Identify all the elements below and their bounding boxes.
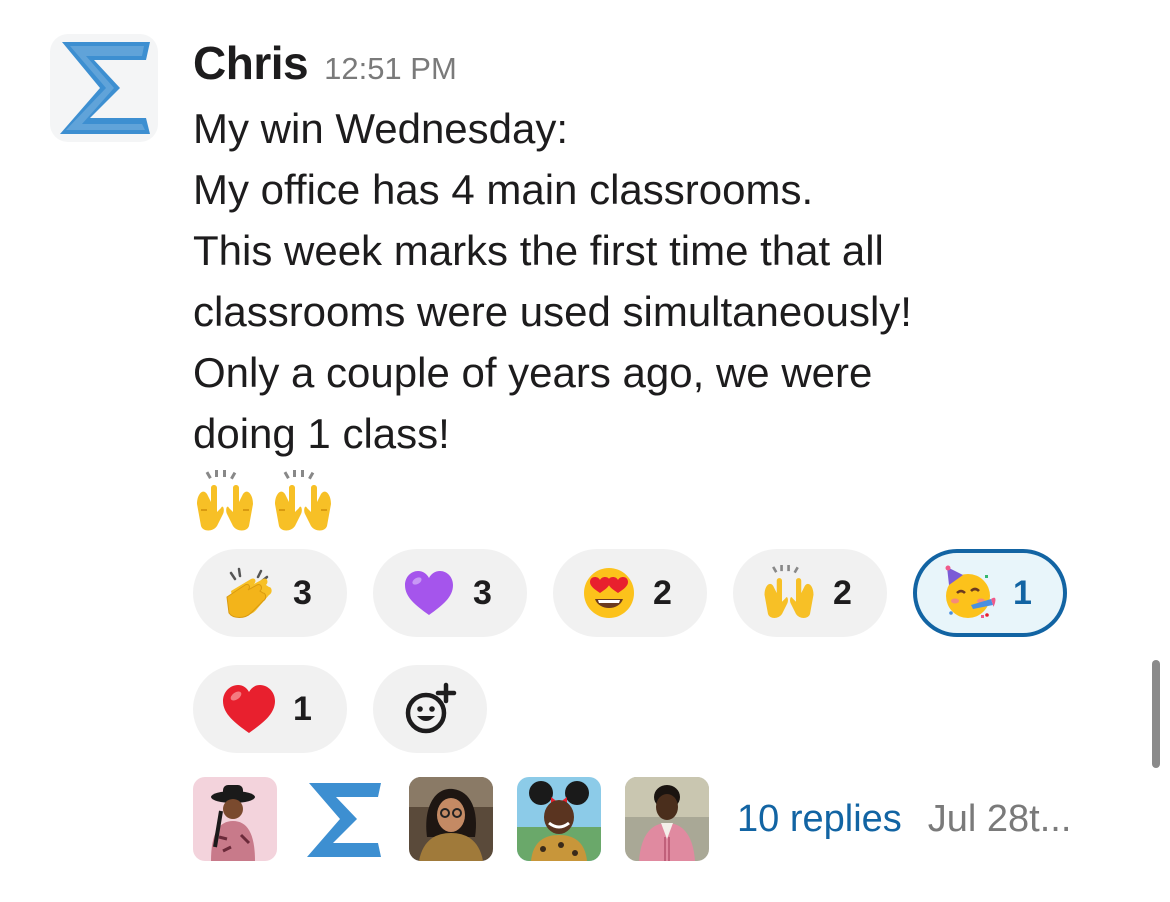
avatar-woman-hat-icon <box>193 777 277 861</box>
message-text-line: doing 1 class! <box>193 410 450 457</box>
participant-avatar[interactable] <box>193 777 277 861</box>
avatar-woman-glasses-icon <box>409 777 493 861</box>
thread-replies-link[interactable]: 10 replies <box>737 798 902 841</box>
avatar-sigma-logo-icon <box>301 777 385 861</box>
reaction-count: 2 <box>653 573 672 612</box>
partying-face-emoji-icon <box>945 565 996 618</box>
sigma-logo-icon <box>60 42 150 134</box>
reaction-clapping-hands[interactable]: 3 <box>193 549 347 637</box>
raising-hands-emoji-icon <box>193 470 257 534</box>
thread-last-reply-date: Jul 28t... <box>927 797 1072 840</box>
reaction-raising-hands[interactable]: 2 <box>733 549 887 637</box>
add-reaction-button[interactable] <box>373 665 487 753</box>
message-text-line: This week marks the first time that all <box>193 227 884 274</box>
reactions-row: 1 <box>193 665 1093 753</box>
message-text-line: My office has 4 main classrooms. <box>193 166 814 213</box>
reaction-heart-eyes[interactable]: 2 <box>553 549 707 637</box>
raising-hands-emoji-icon <box>764 565 814 618</box>
participant-avatar[interactable] <box>409 777 493 861</box>
reactions-row: 3 3 2 2 1 <box>193 549 1093 637</box>
avatar-woman-pink-jacket-icon <box>625 777 709 861</box>
author-name[interactable]: Chris <box>193 36 309 90</box>
reaction-purple-heart[interactable]: 3 <box>373 549 527 637</box>
reaction-partying-face[interactable]: 1 <box>913 549 1067 637</box>
reaction-count: 1 <box>1013 573 1032 612</box>
heart-eyes-emoji-icon <box>584 568 634 618</box>
reactions-bar: 3 3 2 2 1 1 <box>193 549 1093 781</box>
author-avatar[interactable] <box>50 34 158 142</box>
avatar-woman-mouse-ears-icon <box>517 777 601 861</box>
red-heart-emoji-icon <box>223 685 275 733</box>
participant-avatar[interactable] <box>625 777 709 861</box>
message-text-line: Only a couple of years ago, we were <box>193 349 873 396</box>
reaction-count: 1 <box>293 689 312 728</box>
participant-avatar[interactable] <box>517 777 601 861</box>
raising-hands-emoji-icon <box>271 470 335 534</box>
message-header: Chris 12:51 PM <box>193 36 1133 98</box>
message-emoji-line <box>193 464 1133 534</box>
message-text-line: My win Wednesday: <box>193 105 569 152</box>
participant-avatar[interactable] <box>301 777 385 861</box>
reaction-count: 3 <box>473 573 492 612</box>
message: Chris 12:51 PM My win Wednesday: My offi… <box>193 36 1133 534</box>
reaction-red-heart[interactable]: 1 <box>193 665 347 753</box>
reaction-count: 3 <box>293 573 312 612</box>
clapping-hands-emoji-icon <box>226 567 272 618</box>
message-timestamp[interactable]: 12:51 PM <box>324 51 457 87</box>
purple-heart-emoji-icon <box>405 571 453 615</box>
thread-summary[interactable]: 10 replies Jul 28t... <box>193 777 1071 861</box>
message-text-line: classrooms were used simultaneously! <box>193 288 912 335</box>
reaction-count: 2 <box>833 573 852 612</box>
scrollbar[interactable] <box>1152 660 1160 768</box>
add-emoji-icon <box>405 682 457 734</box>
